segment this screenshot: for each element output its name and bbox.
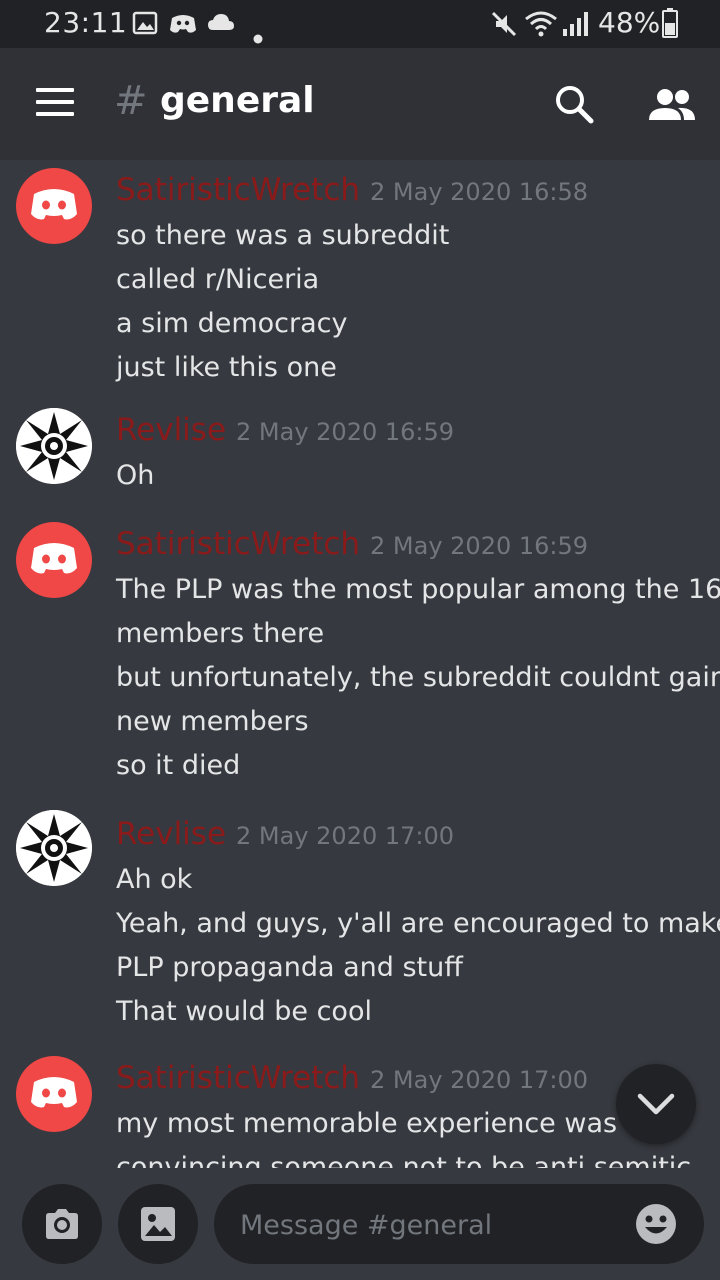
message-timestamp: 2 May 2020 16:58: [370, 178, 589, 206]
message-text: The PLP was the most popular among the 1…: [116, 574, 720, 605]
cloud-icon: [206, 10, 236, 43]
discord-notification-icon: [168, 10, 198, 43]
channel-hash-icon: #: [114, 78, 148, 124]
emoji-icon[interactable]: [634, 1202, 678, 1250]
message-header: SatiristicWretch 2 May 2020 16:58: [116, 172, 588, 208]
author-name[interactable]: Revlise: [116, 816, 226, 852]
message-text: Ah ok: [116, 864, 193, 895]
revlise-avatar[interactable]: [16, 810, 92, 886]
status-time: 23:11: [44, 6, 128, 39]
channel-header: # general: [0, 48, 720, 160]
message-text: Oh: [116, 460, 155, 491]
message-text: my most memorable experience was: [116, 1108, 618, 1139]
menu-icon[interactable]: [36, 88, 76, 120]
message-input[interactable]: [238, 1198, 622, 1252]
message-header: Revlise 2 May 2020 16:59: [116, 412, 454, 448]
channel-title: general: [160, 80, 315, 121]
message-header: SatiristicWretch 2 May 2020 16:59: [116, 526, 588, 562]
revlise-avatar[interactable]: [16, 408, 92, 484]
message-text: called r/Niceria: [116, 264, 320, 295]
message-text: a sim democracy: [116, 308, 348, 339]
gallery-icon: [132, 10, 158, 43]
wifi-icon: [524, 10, 558, 45]
message-timestamp: 2 May 2020 16:59: [236, 418, 455, 446]
message-text: PLP propaganda and stuff: [116, 952, 463, 983]
message-text: convincing someone not to be anti semiti…: [116, 1152, 692, 1168]
author-name[interactable]: SatiristicWretch: [116, 526, 360, 562]
signal-icon: [562, 10, 588, 45]
status-bar: 23:11 48%: [0, 0, 720, 48]
author-name[interactable]: SatiristicWretch: [116, 172, 360, 208]
message-text: so there was a subreddit: [116, 220, 450, 251]
battery-percentage: 48%: [598, 6, 661, 39]
message-timestamp: 2 May 2020 17:00: [236, 822, 455, 850]
message-timestamp: 2 May 2020 16:59: [370, 532, 589, 560]
dot-icon: [253, 18, 263, 51]
message-text: That would be cool: [116, 996, 372, 1027]
message-timestamp: 2 May 2020 17:00: [370, 1066, 589, 1094]
discord-avatar[interactable]: [16, 522, 92, 598]
message-header: Revlise 2 May 2020 17:00: [116, 816, 454, 852]
discord-avatar[interactable]: [16, 168, 92, 244]
message-list[interactable]: SatiristicWretch 2 May 2020 16:58 so ther…: [0, 160, 720, 1168]
scroll-down-button[interactable]: [616, 1064, 696, 1144]
battery-icon: [662, 8, 678, 45]
search-icon[interactable]: [554, 84, 594, 128]
message-composer: [0, 1168, 720, 1280]
image-icon: [141, 1207, 175, 1241]
camera-icon: [46, 1209, 78, 1239]
author-name[interactable]: Revlise: [116, 412, 226, 448]
message-text: but unfortunately, the subreddit couldnt…: [116, 662, 720, 693]
message-header: SatiristicWretch 2 May 2020 17:00: [116, 1060, 588, 1096]
mute-icon: [490, 10, 518, 45]
scroll-down-icon: [637, 1093, 675, 1115]
message-text: Yeah, and guys, y'all are encouraged to …: [116, 908, 720, 939]
message-text: members there: [116, 618, 325, 649]
message-text: just like this one: [116, 352, 337, 383]
discord-avatar[interactable]: [16, 1056, 92, 1132]
image-button[interactable]: [118, 1184, 198, 1264]
author-name[interactable]: SatiristicWretch: [116, 1060, 360, 1096]
members-icon[interactable]: [648, 88, 696, 126]
message-text: so it died: [116, 750, 241, 781]
message-input-wrapper: [214, 1184, 704, 1264]
camera-button[interactable]: [22, 1184, 102, 1264]
message-text: new members: [116, 706, 309, 737]
